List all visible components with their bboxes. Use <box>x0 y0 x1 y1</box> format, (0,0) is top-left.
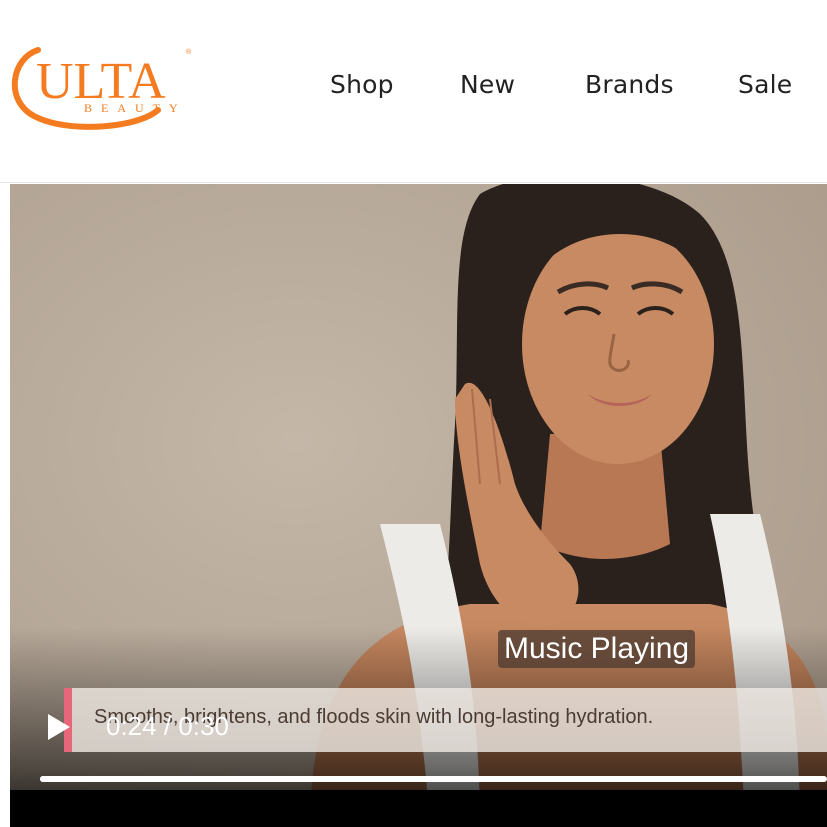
nav-shop[interactable]: Shop <box>330 70 394 99</box>
closed-caption: Music Playing <box>498 630 696 668</box>
player-bottom-edge <box>10 790 827 827</box>
logo-graphic: ULTA BEAUTY ® <box>11 47 192 130</box>
progress-fill <box>40 776 670 782</box>
nav-brands[interactable]: Brands <box>585 70 674 99</box>
nav-new[interactable]: New <box>460 70 515 99</box>
logo-subword: BEAUTY <box>84 101 187 115</box>
time-display: 0:24 / 0:30 <box>106 711 229 741</box>
site-header: ULTA BEAUTY ® Shop New Brands Sale <box>0 0 827 183</box>
progress-bar[interactable] <box>40 776 827 782</box>
play-icon <box>48 714 70 740</box>
ulta-beauty-logo[interactable]: ULTA BEAUTY ® <box>8 44 208 130</box>
nav-sale[interactable]: Sale <box>738 70 792 99</box>
video-player[interactable]: Smooths, brightens, and floods skin with… <box>10 184 827 827</box>
play-button[interactable] <box>46 712 72 742</box>
svg-text:®: ® <box>186 48 192 56</box>
